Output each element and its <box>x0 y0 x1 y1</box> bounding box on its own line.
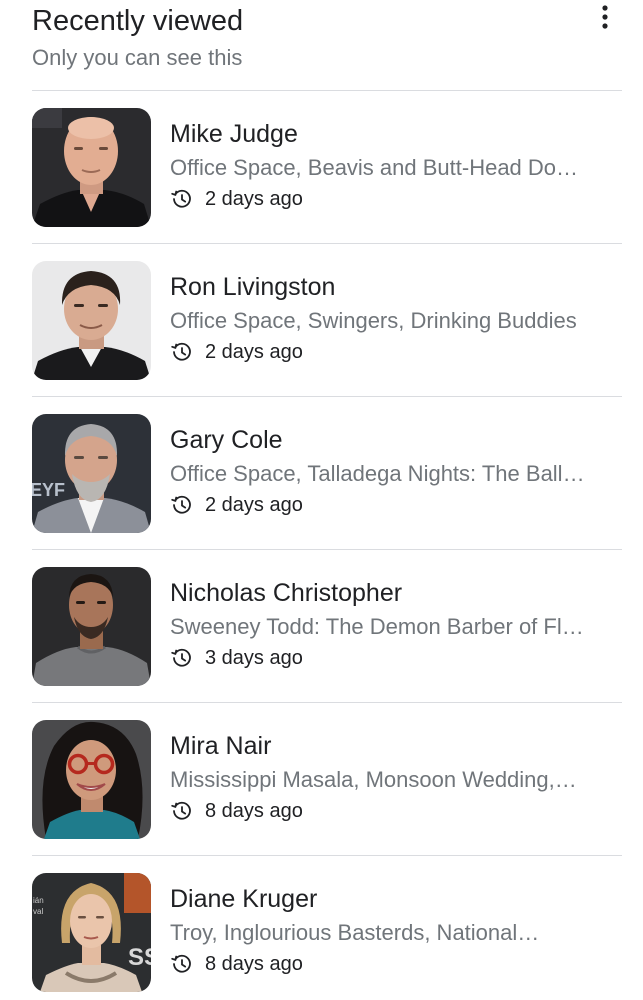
viewed-time: 2 days ago <box>205 494 303 516</box>
known-for-text: Sweeney Todd: The Demon Barber of Fl… <box>170 614 584 639</box>
item-info: Diane Kruger Troy, Inglourious Basterds,… <box>170 882 610 978</box>
person-photo[interactable] <box>32 108 151 227</box>
viewed-meta: 3 days ago <box>170 644 610 672</box>
list-item-ron-livingston[interactable]: Ron Livingston Office Space, Swingers, D… <box>32 244 622 396</box>
list-item-mike-judge[interactable]: Mike Judge Office Space, Beavis and Butt… <box>32 91 622 243</box>
viewed-time: 8 days ago <box>205 953 303 975</box>
viewed-meta: 2 days ago <box>170 338 610 366</box>
known-for-text: Troy, Inglourious Basterds, National… <box>170 920 540 945</box>
history-icon <box>170 646 194 670</box>
history-icon <box>170 799 194 823</box>
list-item-gary-cole[interactable]: EYF Gary Cole Office Space, Talladega Ni… <box>32 397 622 549</box>
person-name[interactable]: Gary Cole <box>170 423 610 457</box>
person-photo[interactable] <box>32 720 151 839</box>
more-options-button[interactable] <box>593 4 617 30</box>
person-photo[interactable] <box>32 567 151 686</box>
person-name[interactable]: Mira Nair <box>170 729 610 763</box>
item-info: Mira Nair Mississippi Masala, Monsoon We… <box>170 729 610 825</box>
list-item-mira-nair[interactable]: Mira Nair Mississippi Masala, Monsoon We… <box>32 703 622 855</box>
history-icon <box>170 340 194 364</box>
viewed-meta: 2 days ago <box>170 491 610 519</box>
person-photo[interactable] <box>32 261 151 380</box>
viewed-meta: 8 days ago <box>170 797 610 825</box>
svg-text:EYF: EYF <box>32 480 65 500</box>
item-info: Ron Livingston Office Space, Swingers, D… <box>170 270 610 366</box>
viewed-time: 8 days ago <box>205 800 303 822</box>
recently-viewed-header: Recently viewed Only you can see this <box>32 4 622 76</box>
person-photo[interactable]: EYF <box>32 414 151 533</box>
item-info: Nicholas Christopher Sweeney Todd: The D… <box>170 576 610 672</box>
list-item-nicholas-christopher[interactable]: Nicholas Christopher Sweeney Todd: The D… <box>32 550 622 702</box>
item-info: Mike Judge Office Space, Beavis and Butt… <box>170 117 610 213</box>
known-for-text: Office Space, Talladega Nights: The Ball… <box>170 461 585 486</box>
svg-text:val: val <box>33 907 43 916</box>
page-subtitle: Only you can see this <box>32 45 243 70</box>
history-icon <box>170 493 194 517</box>
person-name[interactable]: Nicholas Christopher <box>170 576 610 610</box>
more-vert-icon <box>602 5 608 29</box>
svg-text:SS: SS <box>128 944 151 971</box>
known-for-text: Office Space, Beavis and Butt-Head Do… <box>170 155 579 180</box>
page-title: Recently viewed <box>32 5 244 37</box>
person-photo[interactable]: SS ián val <box>32 873 151 992</box>
history-icon <box>170 187 194 211</box>
item-info: Gary Cole Office Space, Talladega Nights… <box>170 423 610 519</box>
viewed-meta: 8 days ago <box>170 950 610 978</box>
known-for-text: Office Space, Swingers, Drinking Buddies <box>170 308 577 333</box>
viewed-time: 2 days ago <box>205 188 303 210</box>
history-icon <box>170 952 194 976</box>
list-item-diane-kruger[interactable]: SS ián val Diane Kruger Troy, Inglouriou… <box>32 856 622 1000</box>
svg-text:ián: ián <box>33 896 44 905</box>
recently-viewed-list: Mike Judge Office Space, Beavis and Butt… <box>32 90 622 1000</box>
person-name[interactable]: Mike Judge <box>170 117 610 151</box>
person-name[interactable]: Diane Kruger <box>170 882 610 916</box>
person-name[interactable]: Ron Livingston <box>170 270 610 304</box>
viewed-meta: 2 days ago <box>170 185 610 213</box>
viewed-time: 2 days ago <box>205 341 303 363</box>
known-for-text: Mississippi Masala, Monsoon Wedding,… <box>170 767 577 792</box>
viewed-time: 3 days ago <box>205 647 303 669</box>
